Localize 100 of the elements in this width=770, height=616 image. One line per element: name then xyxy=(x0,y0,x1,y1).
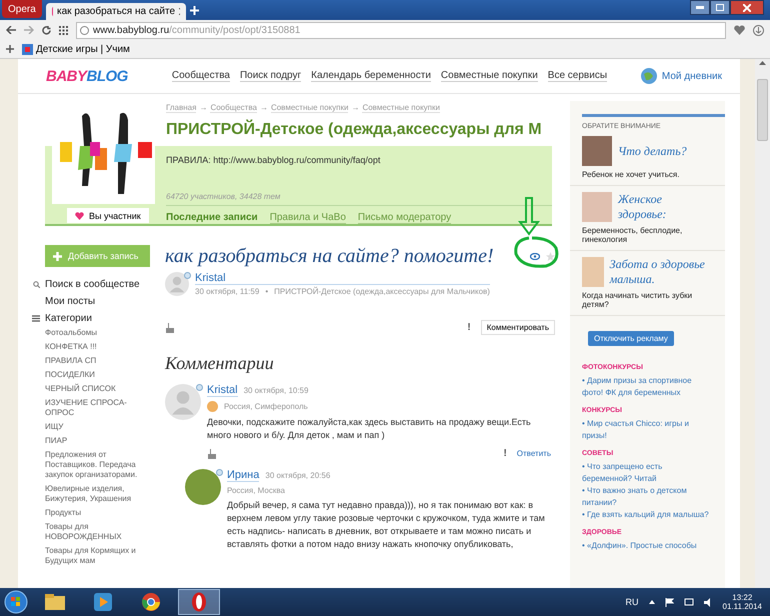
flag-icon[interactable] xyxy=(664,598,674,606)
bookmark-link[interactable]: Детские игры | Учим xyxy=(22,44,130,54)
reply-link[interactable]: Ответить xyxy=(516,449,551,458)
category-link[interactable]: ЧЕРНЫЙ СПИСОК xyxy=(45,384,150,394)
thumbs-up-icon[interactable] xyxy=(207,448,216,458)
author-link[interactable]: Ирина xyxy=(227,469,260,482)
sidebar-link[interactable]: Поиск в сообществе xyxy=(32,279,150,290)
caret-up-icon[interactable] xyxy=(648,600,655,604)
category-link[interactable]: Товары для НОВОРОЖДЕННЫХ xyxy=(45,522,150,542)
category-link[interactable]: Фотоальбомы xyxy=(45,328,150,338)
bullet-separator: • xyxy=(265,287,268,296)
report-link[interactable]: ! xyxy=(467,322,471,333)
reload-icon[interactable] xyxy=(42,26,51,34)
play-icon xyxy=(94,593,112,611)
article-link[interactable]: • Мир счастья Chicco: игры и призы! xyxy=(582,418,713,442)
breadcrumb-link[interactable]: Совместные покупки xyxy=(270,103,348,113)
add-icon[interactable] xyxy=(6,45,14,53)
article-link[interactable]: • Что важно знать о детском питании? xyxy=(582,485,713,509)
report-link[interactable]: ! xyxy=(503,448,507,459)
browser-circle-icon xyxy=(142,593,160,611)
category-link[interactable]: ИЗУЧЕНИЕ СПРОСА-ОПРОС xyxy=(45,398,150,418)
article-link[interactable]: • Что запрещено есть беременной? Читай xyxy=(582,461,713,485)
scrollbar-thumb[interactable] xyxy=(757,79,768,141)
grid-icon[interactable] xyxy=(59,26,68,34)
avatar-icon xyxy=(165,272,189,296)
address-field[interactable]: www.babyblog.ru/community/post/opt/3150881 xyxy=(76,22,726,38)
category-link[interactable]: Товары для Кормящих и Будущих мам xyxy=(45,546,150,566)
browser-tab[interactable]: как разобраться на сайте xyxy=(46,3,186,20)
child-face-icon xyxy=(207,401,218,412)
breadcrumb-link[interactable]: Сообщества xyxy=(210,103,257,113)
category-link[interactable]: Ювелирные изделия, Бижутерия, Украшения xyxy=(45,484,150,504)
category-link[interactable]: Продукты xyxy=(45,508,150,518)
minimize-button[interactable] xyxy=(690,0,710,15)
tab-title: как разобраться на сайте xyxy=(57,6,176,17)
promo-title-link[interactable]: Женское здоровье: xyxy=(618,192,713,222)
disable-ads-button[interactable]: Отключить рекламу xyxy=(588,331,674,346)
minimize-icon xyxy=(696,6,704,9)
stats-text: 64720 участников, 34428 тем xyxy=(166,192,552,206)
heart-icon xyxy=(75,212,84,220)
site-logo[interactable]: BABYBLOG xyxy=(46,68,128,84)
thumbs-up-icon[interactable] xyxy=(165,322,174,332)
sidebar-link[interactable]: Категории xyxy=(32,313,150,324)
article-link[interactable]: • Дарим призы за спортивное фото! ФК для беременных xyxy=(582,375,713,399)
breadcrumb-arrow: → xyxy=(351,103,360,113)
post-title: как разобраться на сайте? помогите! xyxy=(165,245,495,268)
category-link[interactable]: ПРАВИЛА СП xyxy=(45,356,150,366)
star-icon[interactable] xyxy=(546,252,555,261)
nav-link[interactable]: Сообщества xyxy=(172,70,230,82)
taskbar-app-button[interactable] xyxy=(178,589,220,615)
start-orb-icon[interactable] xyxy=(4,590,28,614)
photo-placeholder xyxy=(582,136,612,166)
language-indicator[interactable]: RU xyxy=(626,597,639,607)
post-date: 30 октября, 11:59 xyxy=(195,287,260,296)
category-link[interactable]: ПОСИДЕЛКИ xyxy=(45,370,150,380)
promo-text: Беременность, бесплодие, гинекология xyxy=(582,226,684,244)
menu-icon xyxy=(32,315,40,322)
community-tab[interactable]: Последние записи xyxy=(166,212,258,224)
comments-heading: Комментарии xyxy=(165,353,275,374)
network-icon[interactable] xyxy=(684,598,694,606)
comment-date: 30 октября, 20:56 xyxy=(265,471,330,480)
sidebar-link[interactable]: Мои посты xyxy=(32,296,150,307)
breadcrumb-link[interactable]: Главная xyxy=(166,103,196,113)
nav-link[interactable]: Календарь беременности xyxy=(311,70,431,82)
promo-title-link[interactable]: Что делать? xyxy=(618,144,687,158)
promo-text: Когда начинать чистить зубки детям? xyxy=(582,291,694,309)
clock[interactable]: 13:22 01.11.2014 xyxy=(722,593,762,611)
search-icon xyxy=(32,281,40,288)
location-text: Россия, Москва xyxy=(227,486,285,495)
category-link[interactable]: КОНФЕТКА !!! xyxy=(45,342,150,352)
category-link[interactable]: ПИАР xyxy=(45,436,150,446)
heart-icon[interactable] xyxy=(734,25,745,35)
article-link[interactable]: • «Долфин». Простые способы xyxy=(582,540,713,552)
community-title: ПРИСТРОЙ-Детское (одежда,аксессуары для М xyxy=(166,121,543,139)
comment-text: Девочки, подскажите пожалуйста,как здесь выставить на продажу вещи.Есть много нового и б/у. Для деток , мам и пап ) xyxy=(207,416,532,442)
new-tab-icon[interactable] xyxy=(190,6,199,14)
category-link[interactable]: ИЩУ xyxy=(45,422,150,432)
close-button[interactable] xyxy=(730,0,764,15)
comment-text: Добрый вечер, я сама тут недавно правда))), но я так понимаю вот как: в верхнем левом углу такие розовые черточки с кружочком, туда жмите и там есть надпись- написать в дневник, вот открываете и там можно писать и вставлять фотки а потом надо внизу нажать кнопочку опубликовать, xyxy=(227,499,546,551)
eye-icon[interactable] xyxy=(530,253,540,260)
nav-link[interactable]: Поиск подруг xyxy=(240,70,302,82)
diary-link[interactable]: Мой дневник xyxy=(640,68,722,84)
category-link[interactable]: Предложения от Поставщиков. Передача закупок организаторами. xyxy=(45,450,150,480)
maximize-button[interactable] xyxy=(710,0,730,15)
comment-button[interactable]: Комментировать xyxy=(480,320,555,335)
article-link[interactable]: • Где взять кальций для малыша? xyxy=(582,509,713,521)
nav-link[interactable]: Все сервисы xyxy=(548,70,608,82)
browser-menu-button[interactable]: Opera xyxy=(2,0,42,18)
globe-icon xyxy=(640,68,657,84)
breadcrumb-link[interactable]: Совместные покупки xyxy=(362,103,440,113)
speaker-icon[interactable] xyxy=(704,598,713,606)
member-button[interactable]: Вы участник xyxy=(67,208,149,223)
promo-title-link[interactable]: Забота о здоровье малыша. xyxy=(610,257,713,287)
nav-link[interactable]: Совместные покупки xyxy=(440,70,538,82)
location-text: Россия, Симферополь xyxy=(224,402,308,411)
download-icon[interactable] xyxy=(753,24,764,36)
author-link[interactable]: Kristal xyxy=(195,272,490,285)
community-link[interactable]: ПРИСТРОЙ-Детское (одежда,аксессуары для Мальчиков) xyxy=(274,287,490,296)
author-link[interactable]: Kristal xyxy=(207,384,238,397)
breadcrumb-arrow: → xyxy=(260,103,268,113)
back-icon[interactable] xyxy=(6,26,16,34)
